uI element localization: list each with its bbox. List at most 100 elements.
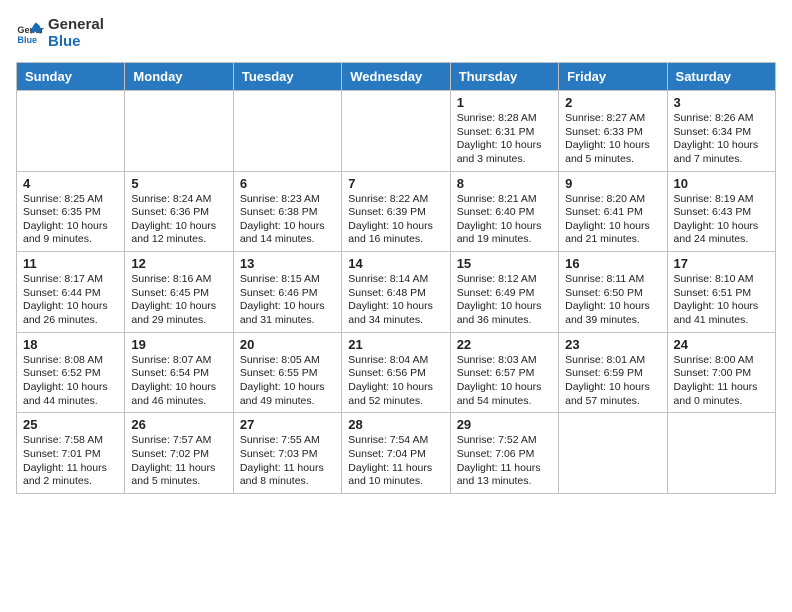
day-info: Daylight: 10 hours and 41 minutes. xyxy=(674,300,769,327)
day-info: Sunrise: 7:54 AM xyxy=(348,434,443,448)
day-number: 19 xyxy=(131,337,226,352)
day-info: Daylight: 10 hours and 46 minutes. xyxy=(131,381,226,408)
day-number: 6 xyxy=(240,176,335,191)
logo-icon: General Blue xyxy=(16,19,44,47)
day-info: Sunrise: 8:01 AM xyxy=(565,354,660,368)
day-info: Sunset: 7:01 PM xyxy=(23,448,118,462)
day-info: Sunset: 6:49 PM xyxy=(457,287,552,301)
day-info: Daylight: 10 hours and 12 minutes. xyxy=(131,220,226,247)
day-number: 15 xyxy=(457,256,552,271)
day-info: Sunrise: 8:21 AM xyxy=(457,193,552,207)
calendar-cell: 11Sunrise: 8:17 AMSunset: 6:44 PMDayligh… xyxy=(17,252,125,333)
day-info: Sunrise: 8:24 AM xyxy=(131,193,226,207)
day-number: 9 xyxy=(565,176,660,191)
day-number: 3 xyxy=(674,95,769,110)
day-info: Daylight: 11 hours and 13 minutes. xyxy=(457,462,552,489)
day-info: Sunrise: 8:07 AM xyxy=(131,354,226,368)
day-info: Sunrise: 8:23 AM xyxy=(240,193,335,207)
week-row-3: 11Sunrise: 8:17 AMSunset: 6:44 PMDayligh… xyxy=(17,252,776,333)
calendar-cell: 12Sunrise: 8:16 AMSunset: 6:45 PMDayligh… xyxy=(125,252,233,333)
day-info: Sunset: 6:45 PM xyxy=(131,287,226,301)
day-number: 4 xyxy=(23,176,118,191)
day-header-friday: Friday xyxy=(559,63,667,91)
day-info: Sunrise: 7:55 AM xyxy=(240,434,335,448)
day-info: Daylight: 10 hours and 29 minutes. xyxy=(131,300,226,327)
day-info: Sunrise: 8:08 AM xyxy=(23,354,118,368)
day-info: Daylight: 10 hours and 52 minutes. xyxy=(348,381,443,408)
day-info: Sunset: 6:52 PM xyxy=(23,367,118,381)
day-info: Daylight: 10 hours and 39 minutes. xyxy=(565,300,660,327)
day-info: Daylight: 11 hours and 10 minutes. xyxy=(348,462,443,489)
day-info: Sunrise: 8:15 AM xyxy=(240,273,335,287)
day-info: Daylight: 10 hours and 16 minutes. xyxy=(348,220,443,247)
day-info: Daylight: 11 hours and 5 minutes. xyxy=(131,462,226,489)
day-header-wednesday: Wednesday xyxy=(342,63,450,91)
day-info: Daylight: 10 hours and 24 minutes. xyxy=(674,220,769,247)
calendar-cell: 27Sunrise: 7:55 AMSunset: 7:03 PMDayligh… xyxy=(233,413,341,494)
day-info: Sunrise: 8:05 AM xyxy=(240,354,335,368)
day-info: Daylight: 10 hours and 21 minutes. xyxy=(565,220,660,247)
header-row: SundayMondayTuesdayWednesdayThursdayFrid… xyxy=(17,63,776,91)
day-info: Sunset: 6:39 PM xyxy=(348,206,443,220)
day-info: Sunset: 6:59 PM xyxy=(565,367,660,381)
calendar-cell: 18Sunrise: 8:08 AMSunset: 6:52 PMDayligh… xyxy=(17,332,125,413)
day-number: 17 xyxy=(674,256,769,271)
day-info: Sunrise: 7:57 AM xyxy=(131,434,226,448)
day-info: Daylight: 10 hours and 49 minutes. xyxy=(240,381,335,408)
day-info: Sunrise: 8:12 AM xyxy=(457,273,552,287)
week-row-1: 1Sunrise: 8:28 AMSunset: 6:31 PMDaylight… xyxy=(17,91,776,172)
day-info: Sunrise: 8:14 AM xyxy=(348,273,443,287)
calendar-cell xyxy=(559,413,667,494)
day-info: Daylight: 10 hours and 57 minutes. xyxy=(565,381,660,408)
week-row-5: 25Sunrise: 7:58 AMSunset: 7:01 PMDayligh… xyxy=(17,413,776,494)
day-info: Daylight: 10 hours and 19 minutes. xyxy=(457,220,552,247)
day-header-thursday: Thursday xyxy=(450,63,558,91)
calendar-cell: 28 Sunrise: 7:54 AMSunset: 7:04 PMDayligh… xyxy=(342,413,450,494)
calendar-cell xyxy=(667,413,775,494)
calendar-cell: 24Sunrise: 8:00 AMSunset: 7:00 PMDayligh… xyxy=(667,332,775,413)
day-info: Sunset: 7:04 PM xyxy=(348,448,443,462)
day-number: 12 xyxy=(131,256,226,271)
day-header-saturday: Saturday xyxy=(667,63,775,91)
calendar-cell: 9Sunrise: 8:20 AMSunset: 6:41 PMDaylight… xyxy=(559,171,667,252)
day-header-sunday: Sunday xyxy=(17,63,125,91)
day-info: Sunset: 7:06 PM xyxy=(457,448,552,462)
day-info: Sunset: 6:33 PM xyxy=(565,126,660,140)
day-info: Daylight: 11 hours and 0 minutes. xyxy=(674,381,769,408)
day-info: Sunrise: 8:10 AM xyxy=(674,273,769,287)
calendar-cell: 15Sunrise: 8:12 AMSunset: 6:49 PMDayligh… xyxy=(450,252,558,333)
day-number: 24 xyxy=(674,337,769,352)
day-info: Daylight: 10 hours and 54 minutes. xyxy=(457,381,552,408)
day-info: Sunrise: 8:04 AM xyxy=(348,354,443,368)
calendar-table: SundayMondayTuesdayWednesdayThursdayFrid… xyxy=(16,62,776,494)
day-number: 23 xyxy=(565,337,660,352)
day-info: Sunset: 6:56 PM xyxy=(348,367,443,381)
calendar-cell: 26Sunrise: 7:57 AMSunset: 7:02 PMDayligh… xyxy=(125,413,233,494)
day-info: Sunset: 6:44 PM xyxy=(23,287,118,301)
day-info: Sunset: 6:43 PM xyxy=(674,206,769,220)
day-number: 21 xyxy=(348,337,443,352)
day-info: Daylight: 10 hours and 5 minutes. xyxy=(565,139,660,166)
day-info: Sunrise: 7:52 AM xyxy=(457,434,552,448)
day-header-tuesday: Tuesday xyxy=(233,63,341,91)
day-info: Daylight: 10 hours and 9 minutes. xyxy=(23,220,118,247)
day-info: Daylight: 10 hours and 26 minutes. xyxy=(23,300,118,327)
day-info: Sunrise: 8:25 AM xyxy=(23,193,118,207)
day-info: Sunset: 6:57 PM xyxy=(457,367,552,381)
calendar-cell: 19Sunrise: 8:07 AMSunset: 6:54 PMDayligh… xyxy=(125,332,233,413)
day-info: Sunset: 6:38 PM xyxy=(240,206,335,220)
day-number: 14 xyxy=(348,256,443,271)
day-number: 22 xyxy=(457,337,552,352)
day-info: Sunset: 7:00 PM xyxy=(674,367,769,381)
day-info: Sunset: 6:31 PM xyxy=(457,126,552,140)
calendar-cell: 10Sunrise: 8:19 AMSunset: 6:43 PMDayligh… xyxy=(667,171,775,252)
calendar-cell: 20Sunrise: 8:05 AMSunset: 6:55 PMDayligh… xyxy=(233,332,341,413)
calendar-cell: 16Sunrise: 8:11 AMSunset: 6:50 PMDayligh… xyxy=(559,252,667,333)
day-number: 28 xyxy=(348,417,443,432)
calendar-cell xyxy=(17,91,125,172)
day-info: Daylight: 10 hours and 34 minutes. xyxy=(348,300,443,327)
calendar-cell xyxy=(125,91,233,172)
day-number: 25 xyxy=(23,417,118,432)
day-info: Daylight: 10 hours and 31 minutes. xyxy=(240,300,335,327)
day-info: Sunset: 6:34 PM xyxy=(674,126,769,140)
